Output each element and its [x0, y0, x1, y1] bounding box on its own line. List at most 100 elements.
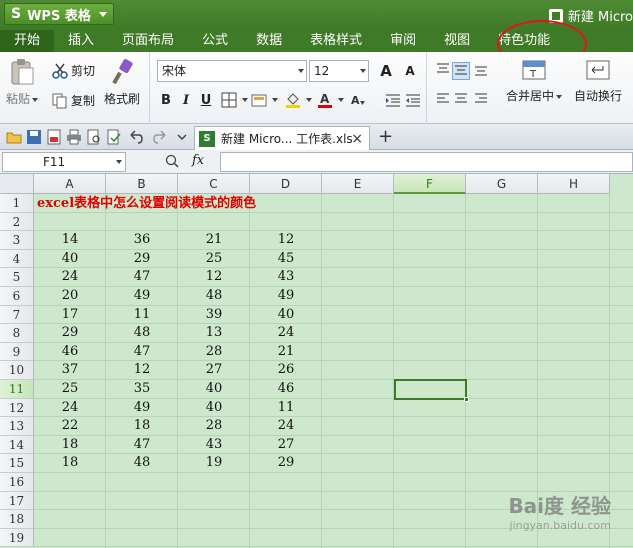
- redo-icon[interactable]: [152, 129, 168, 145]
- row-header-13[interactable]: 13: [0, 417, 34, 436]
- cell-c14[interactable]: 43: [178, 436, 250, 455]
- row-header-10[interactable]: 10: [0, 361, 34, 380]
- cell-c8[interactable]: 13: [178, 324, 250, 343]
- cell-a15[interactable]: 18: [34, 454, 106, 473]
- column-header-h[interactable]: H: [538, 174, 610, 194]
- column-header-f[interactable]: F: [394, 174, 466, 194]
- row-header-15[interactable]: 15: [0, 454, 34, 473]
- cell-b5[interactable]: 47: [106, 268, 178, 287]
- save-icon[interactable]: [26, 129, 42, 145]
- column-header-e[interactable]: E: [322, 174, 394, 194]
- active-cell-f11[interactable]: [394, 379, 469, 402]
- cell-c5[interactable]: 12: [178, 268, 250, 287]
- italic-button[interactable]: I: [177, 92, 195, 110]
- undo-icon[interactable]: [128, 129, 144, 145]
- document-tab[interactable]: S 新建 Micro... 工作表.xls ×: [194, 126, 370, 150]
- cell-a11[interactable]: 25: [34, 380, 106, 399]
- cell-c3[interactable]: 21: [178, 231, 250, 250]
- row-header-3[interactable]: 3: [0, 231, 34, 250]
- cell-a6[interactable]: 20: [34, 287, 106, 306]
- cell-a7[interactable]: 17: [34, 306, 106, 325]
- decrease-font-button[interactable]: A: [401, 62, 419, 80]
- row-header-18[interactable]: 18: [0, 510, 34, 529]
- row-header-7[interactable]: 7: [0, 305, 34, 325]
- cell-b6[interactable]: 49: [106, 287, 178, 306]
- cell-d11[interactable]: 46: [250, 380, 322, 399]
- column-header-b[interactable]: B: [106, 174, 178, 194]
- cell-c4[interactable]: 25: [178, 250, 250, 269]
- cell-a9[interactable]: 46: [34, 343, 106, 362]
- sheet-title-cell[interactable]: excel表格中怎么设置阅读模式的颜色: [37, 195, 256, 213]
- cell-a8[interactable]: 29: [34, 324, 106, 343]
- cell-b11[interactable]: 35: [106, 380, 178, 399]
- cell-d15[interactable]: 29: [250, 454, 322, 473]
- tab-view[interactable]: 视图: [430, 30, 484, 52]
- tab-page-layout[interactable]: 页面布局: [108, 30, 188, 52]
- paste-button[interactable]: 粘贴: [6, 58, 39, 107]
- tab-table-styles[interactable]: 表格样式: [296, 30, 376, 52]
- cell-c15[interactable]: 19: [178, 454, 250, 473]
- cell-d12[interactable]: 11: [250, 399, 322, 418]
- align-bottom-button[interactable]: [472, 62, 490, 80]
- fill-color-button[interactable]: [285, 92, 312, 108]
- row-header-12[interactable]: 12: [0, 398, 34, 418]
- cell-b14[interactable]: 47: [106, 436, 178, 455]
- align-top-button[interactable]: [434, 62, 452, 80]
- row-header-8[interactable]: 8: [0, 324, 34, 343]
- cell-b3[interactable]: 36: [106, 231, 178, 250]
- cell-d7[interactable]: 40: [250, 306, 322, 325]
- align-middle-button[interactable]: [452, 62, 470, 80]
- cell-d14[interactable]: 27: [250, 436, 322, 455]
- cell-a3[interactable]: 14: [34, 231, 106, 250]
- row-header-4[interactable]: 4: [0, 249, 34, 269]
- column-header-a[interactable]: A: [34, 174, 106, 194]
- font-size-select[interactable]: 12: [309, 60, 369, 82]
- cell-a5[interactable]: 24: [34, 268, 106, 287]
- cell-c7[interactable]: 39: [178, 306, 250, 325]
- cell-a13[interactable]: 22: [34, 417, 106, 436]
- cell-b15[interactable]: 48: [106, 454, 178, 473]
- row-header-17[interactable]: 17: [0, 491, 34, 511]
- row-header-1[interactable]: 1: [0, 194, 34, 213]
- align-right-button[interactable]: [472, 92, 490, 110]
- cut-button[interactable]: 剪切: [52, 62, 95, 79]
- column-header-g[interactable]: G: [466, 174, 538, 194]
- cell-c11[interactable]: 40: [178, 380, 250, 399]
- cell-style-button[interactable]: [251, 92, 278, 108]
- print-preview-icon[interactable]: [86, 129, 102, 145]
- fill-handle[interactable]: [464, 396, 469, 402]
- select-all-corner[interactable]: [0, 174, 34, 194]
- cell-b10[interactable]: 12: [106, 361, 178, 380]
- format-options-button[interactable]: A: [351, 92, 370, 108]
- spreadsheet-grid[interactable]: ABCDEFGH 1 2 3 4 5 6 7 8 9 10 11 12 13 14 15 16 17 18 19 e…: [0, 174, 633, 548]
- tab-home[interactable]: 开始: [0, 30, 55, 52]
- column-header-d[interactable]: D: [250, 174, 322, 194]
- row-header-2[interactable]: 2: [0, 212, 34, 232]
- formula-input[interactable]: [220, 152, 633, 172]
- print-icon[interactable]: [66, 129, 82, 145]
- cell-c9[interactable]: 28: [178, 343, 250, 362]
- cell-d8[interactable]: 24: [250, 324, 322, 343]
- tab-review[interactable]: 审阅: [376, 30, 430, 52]
- cell-b12[interactable]: 49: [106, 399, 178, 418]
- tab-data[interactable]: 数据: [242, 30, 296, 52]
- wrap-text-button[interactable]: 自动换行: [574, 58, 622, 104]
- cell-a10[interactable]: 37: [34, 361, 106, 380]
- zoom-icon[interactable]: [165, 154, 179, 168]
- row-header-6[interactable]: 6: [0, 287, 34, 306]
- cell-c10[interactable]: 27: [178, 361, 250, 380]
- cell-d6[interactable]: 49: [250, 287, 322, 306]
- insert-function-button[interactable]: fx: [192, 153, 204, 168]
- align-center-button[interactable]: [452, 92, 470, 110]
- cell-b4[interactable]: 29: [106, 250, 178, 269]
- font-color-button[interactable]: A: [317, 92, 344, 108]
- row-header-9[interactable]: 9: [0, 342, 34, 362]
- cell-a12[interactable]: 24: [34, 399, 106, 418]
- increase-indent-button[interactable]: [385, 92, 404, 108]
- row-header-19[interactable]: 19: [0, 528, 34, 548]
- underline-button[interactable]: U: [197, 92, 215, 110]
- row-header-5[interactable]: 5: [0, 268, 34, 287]
- copy-button[interactable]: 复制: [52, 92, 95, 109]
- tab-formulas[interactable]: 公式: [188, 30, 242, 52]
- increase-font-button[interactable]: A: [377, 62, 395, 80]
